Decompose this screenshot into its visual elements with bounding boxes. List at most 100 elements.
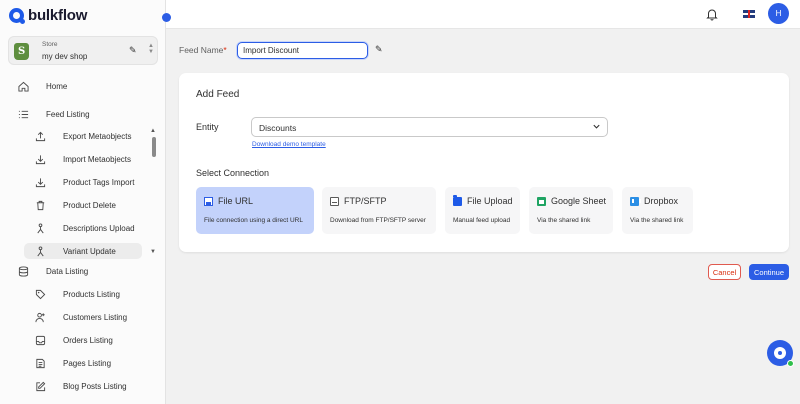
list-icon bbox=[17, 108, 29, 120]
sidebar-item-product-delete[interactable]: Product Delete bbox=[34, 199, 116, 211]
store-name: my dev shop bbox=[42, 52, 88, 61]
sidebar-item-label: Home bbox=[46, 81, 68, 91]
connection-header: FTP/SFTP bbox=[330, 196, 387, 206]
sidebar-item-label: Descriptions Upload bbox=[63, 223, 135, 233]
cancel-button[interactable]: Cancel bbox=[708, 264, 741, 280]
pencil-icon[interactable]: ✎ bbox=[375, 44, 383, 55]
sidebar-section-label: Data Listing bbox=[46, 266, 89, 276]
connection-ftp-sftp[interactable]: FTP/SFTP Download from FTP/SFTP server bbox=[322, 187, 436, 234]
connection-name: FTP/SFTP bbox=[344, 196, 387, 206]
connection-header: File Upload bbox=[453, 194, 513, 206]
download-demo-template-link[interactable]: Download demo template bbox=[252, 141, 326, 148]
connection-name: Dropbox bbox=[644, 196, 679, 206]
user-avatar[interactable]: H bbox=[768, 3, 789, 24]
top-header: H bbox=[166, 0, 800, 29]
entity-select[interactable]: Discounts bbox=[251, 117, 608, 137]
brand-name: bulkflow bbox=[28, 7, 88, 24]
connection-desc: Download from FTP/SFTP server bbox=[330, 217, 426, 224]
ftp-server-icon bbox=[330, 196, 339, 206]
select-connection-title: Select Connection bbox=[196, 168, 270, 178]
sidebar-item-label: Blog Posts Listing bbox=[63, 381, 127, 391]
online-status-dot bbox=[787, 360, 794, 367]
pages-icon bbox=[34, 357, 46, 369]
sidebar: bulkflow Store my dev shop ✎ ▲▼ Home Fee… bbox=[0, 0, 166, 404]
sidebar-scrollbar[interactable]: ▲ ▼ bbox=[150, 128, 158, 258]
export-icon bbox=[34, 130, 46, 142]
connection-desc: Via the shared link bbox=[537, 217, 591, 224]
sidebar-item-label: Products Listing bbox=[63, 289, 120, 299]
scroll-down-icon[interactable]: ▼ bbox=[150, 249, 156, 255]
connection-desc: Via the shared link bbox=[630, 217, 684, 224]
sidebar-item-products-listing[interactable]: Products Listing bbox=[34, 288, 120, 300]
connection-name: Google Sheet bbox=[551, 196, 607, 206]
connection-google-sheet[interactable]: Google Sheet Via the shared link bbox=[529, 187, 613, 234]
database-icon bbox=[17, 265, 29, 277]
chevron-down-icon bbox=[592, 122, 601, 131]
inbox-icon bbox=[34, 334, 46, 346]
sidebar-item-blog-posts-listing[interactable]: Blog Posts Listing bbox=[34, 380, 127, 392]
sidebar-item-customers-listing[interactable]: Customers Listing bbox=[34, 311, 127, 323]
continue-button[interactable]: Continue bbox=[749, 264, 789, 280]
entity-selected-value: Discounts bbox=[259, 123, 297, 133]
sidebar-item-import-metaobjects[interactable]: Import Metaobjects bbox=[34, 153, 131, 165]
add-feed-card: Add Feed Entity Discounts Download demo … bbox=[179, 73, 789, 252]
sidebar-item-descriptions-upload[interactable]: Descriptions Upload bbox=[34, 222, 135, 234]
scroll-up-icon[interactable]: ▲ bbox=[150, 128, 156, 134]
import-icon bbox=[34, 153, 46, 165]
store-label: Store bbox=[42, 41, 58, 48]
scroll-thumb[interactable] bbox=[152, 137, 156, 157]
sidebar-item-label: Product Delete bbox=[63, 200, 116, 210]
sidebar-section-label: Feed Listing bbox=[46, 109, 90, 119]
uk-flag-icon[interactable] bbox=[743, 10, 755, 18]
connection-desc: Manual feed upload bbox=[453, 217, 511, 224]
sidebar-section-feed-listing[interactable]: Feed Listing bbox=[17, 108, 90, 120]
add-person-icon bbox=[34, 311, 46, 323]
sidebar-item-pages-listing[interactable]: Pages Listing bbox=[34, 357, 111, 369]
connection-name: File Upload bbox=[467, 196, 513, 206]
connection-file-url[interactable]: File URL File connection using a direct … bbox=[196, 187, 314, 234]
feed-name-label: Feed Name* bbox=[179, 45, 227, 55]
sidebar-item-export-metaobjects[interactable]: Export Metaobjects bbox=[34, 130, 131, 142]
connection-dropbox[interactable]: Dropbox Via the shared link bbox=[622, 187, 693, 234]
folder-icon bbox=[453, 194, 462, 206]
shopify-icon bbox=[14, 43, 29, 60]
person-icon bbox=[34, 222, 46, 234]
sidebar-item-home[interactable]: Home bbox=[17, 80, 67, 92]
card-title: Add Feed bbox=[196, 89, 240, 100]
sidebar-section-data-listing[interactable]: Data Listing bbox=[17, 265, 88, 277]
sidebar-collapse-toggle[interactable] bbox=[162, 13, 171, 22]
trash-icon bbox=[34, 199, 46, 211]
sidebar-item-orders-listing[interactable]: Orders Listing bbox=[34, 334, 113, 346]
chevron-updown-icon[interactable]: ▲ ▼ bbox=[148, 43, 154, 55]
person-icon bbox=[34, 245, 46, 257]
sidebar-item-product-tags-import[interactable]: Product Tags Import bbox=[34, 176, 134, 188]
connection-desc: File connection using a direct URL bbox=[204, 217, 303, 224]
sidebar-item-label: Import Metaobjects bbox=[63, 154, 132, 164]
edit-store-icon[interactable]: ✎ bbox=[129, 45, 137, 56]
tag-icon bbox=[34, 288, 46, 300]
sidebar-item-label: Pages Listing bbox=[63, 358, 112, 368]
compose-icon bbox=[34, 380, 46, 392]
bell-icon[interactable] bbox=[705, 7, 719, 21]
connection-header: Google Sheet bbox=[537, 196, 606, 206]
sidebar-item-label: Customers Listing bbox=[63, 312, 128, 322]
file-url-icon bbox=[204, 196, 213, 206]
dropbox-icon bbox=[630, 196, 641, 206]
home-icon bbox=[17, 80, 29, 92]
sidebar-item-label: Product Tags Import bbox=[63, 177, 135, 187]
sidebar-item-label: Orders Listing bbox=[63, 335, 113, 345]
sidebar-item-variant-update[interactable]: Variant Update bbox=[24, 243, 142, 259]
google-sheets-icon bbox=[537, 196, 546, 206]
brand-logo[interactable]: bulkflow bbox=[9, 7, 87, 24]
bulkflow-logo-icon bbox=[9, 8, 25, 24]
sidebar-item-label: Variant Update bbox=[63, 246, 116, 256]
sidebar-item-label: Export Metaobjects bbox=[63, 131, 132, 141]
entity-label: Entity bbox=[196, 122, 219, 132]
connection-header: File URL bbox=[204, 196, 253, 206]
connection-name: File URL bbox=[218, 196, 254, 206]
store-selector[interactable]: Store my dev shop ✎ ▲▼ bbox=[8, 36, 158, 65]
connection-file-upload[interactable]: File Upload Manual feed upload bbox=[445, 187, 520, 234]
feed-name-input[interactable] bbox=[237, 42, 368, 59]
import-icon bbox=[34, 176, 46, 188]
connection-header: Dropbox bbox=[630, 196, 678, 206]
